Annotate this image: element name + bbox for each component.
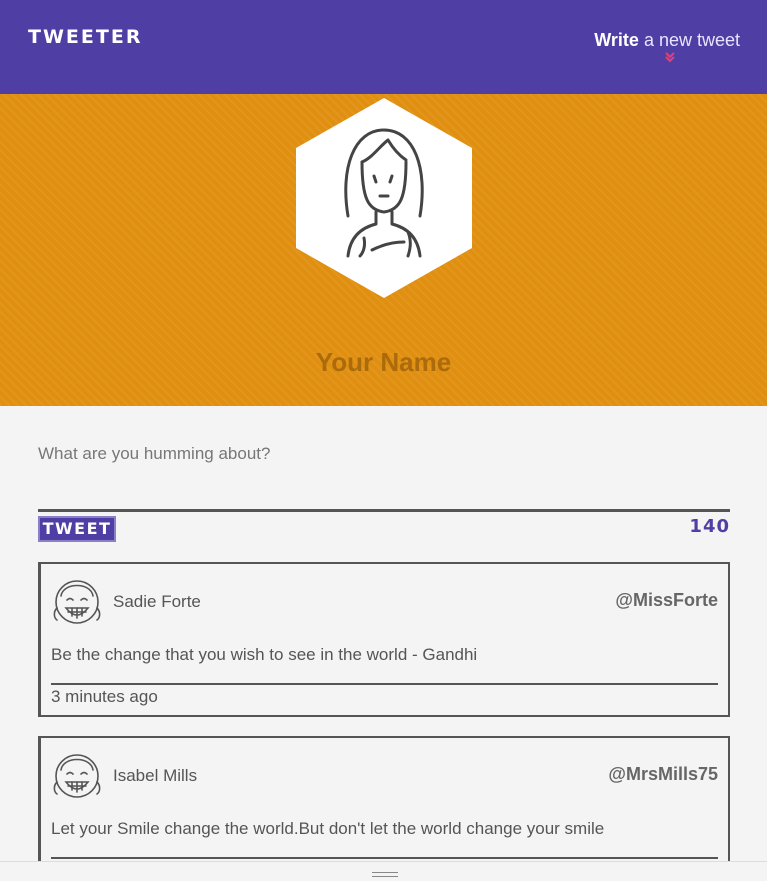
tweet-handle[interactable]: @MissForte	[615, 590, 718, 611]
tweet-button[interactable]: TWEET	[38, 516, 116, 542]
write-link-rest: a new tweet	[643, 30, 740, 50]
tweet-divider	[51, 857, 718, 859]
drag-handle-icon[interactable]	[372, 872, 398, 877]
write-link-bold: Write	[594, 30, 639, 50]
tweet-author[interactable]: Isabel Mills	[113, 766, 197, 786]
compose-tweet-input[interactable]	[38, 436, 730, 510]
tweet-card: Isabel Mills @MrsMills75 Let your Smile …	[38, 736, 730, 881]
top-nav-bar: TWEETER Write a new tweet	[0, 0, 767, 94]
tweet-divider	[51, 683, 718, 685]
tweet-text: Let your Smile change the world.But don'…	[51, 819, 605, 838]
profile-banner: Your Name	[0, 94, 767, 406]
app-logo[interactable]: TWEETER	[28, 26, 142, 48]
profile-avatar[interactable]	[296, 98, 472, 298]
tweet-card: Sadie Forte @MissForte Be the change tha…	[38, 562, 730, 717]
double-chevron-down-icon[interactable]	[664, 51, 676, 63]
tweet-handle[interactable]: @MrsMills75	[608, 764, 718, 785]
smiling-girl-avatar-icon	[53, 754, 101, 798]
tweet-timestamp: 3 minutes ago	[51, 687, 158, 706]
smiling-girl-avatar-icon	[53, 580, 101, 624]
resize-bar	[0, 861, 767, 881]
tweet-author[interactable]: Sadie Forte	[113, 592, 201, 612]
compose-divider	[38, 509, 730, 512]
tweet-text: Be the change that you wish to see in th…	[51, 645, 478, 664]
compose-area	[38, 436, 730, 511]
character-counter: 140	[689, 516, 730, 537]
profile-name: Your Name	[315, 347, 452, 377]
write-new-tweet-link[interactable]: Write a new tweet	[594, 30, 740, 51]
